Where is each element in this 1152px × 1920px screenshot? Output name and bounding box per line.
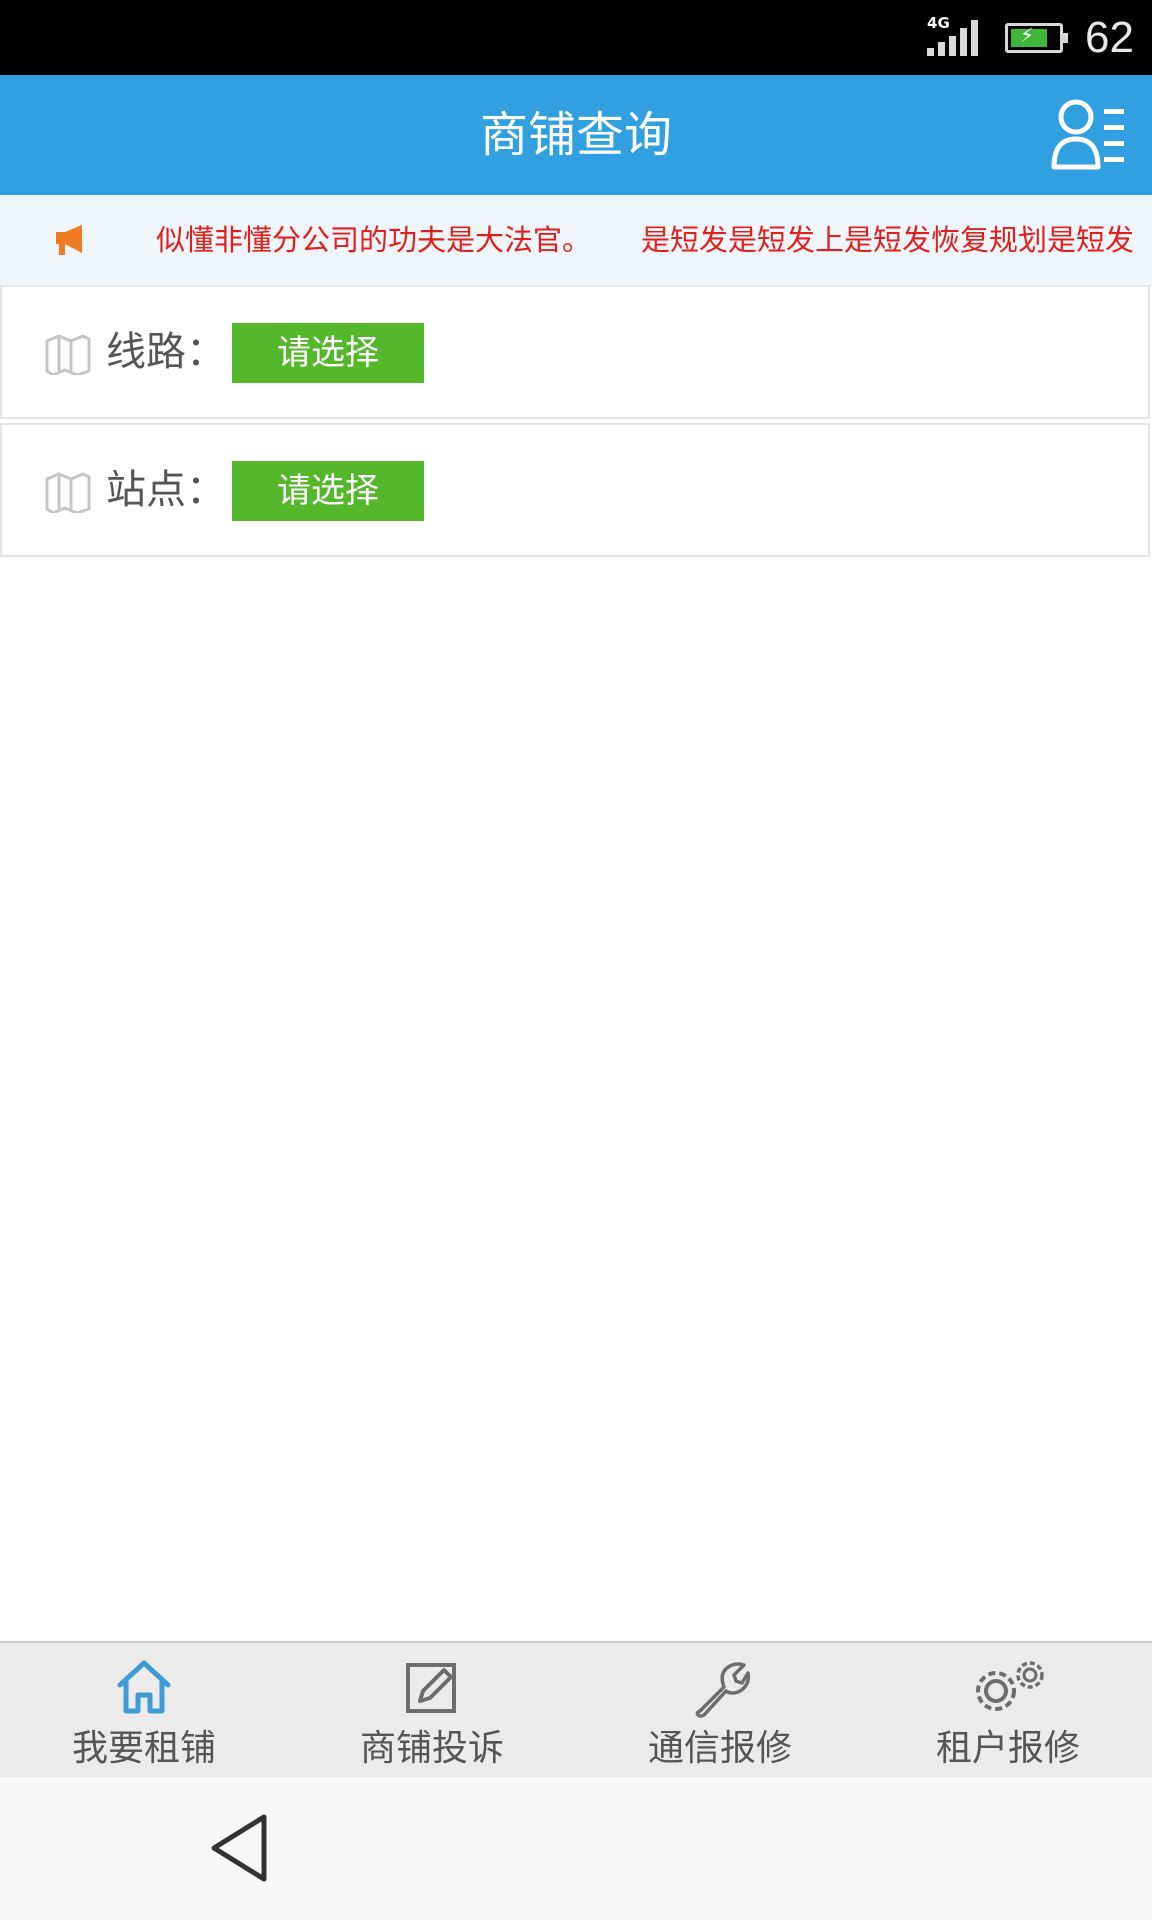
status-icons: 4G ⚡ 62: [925, 0, 1134, 75]
megaphone-icon: [56, 225, 82, 255]
page-title: 商铺查询: [479, 107, 672, 163]
line-label: 线路：: [106, 329, 226, 375]
notice-message: 似懂非懂分公司的功夫是大法官。: [156, 223, 592, 257]
tab-tenant-repair[interactable]: 租户报修: [864, 1643, 1152, 1777]
home-icon: [117, 1660, 171, 1714]
signal-icon: 4G: [925, 13, 983, 60]
line-select-button[interactable]: 请选择: [232, 323, 424, 383]
battery-level: 62: [1085, 12, 1134, 62]
network-type: 4G: [927, 13, 950, 32]
line-row: 线路： 请选择: [0, 285, 1150, 419]
back-triangle-icon[interactable]: [208, 1813, 270, 1883]
system-nav-bar: [0, 1777, 1152, 1920]
edit-icon: [406, 1663, 456, 1713]
station-row: 站点： 请选择: [0, 423, 1150, 557]
tab-label: 通信报修: [647, 1728, 792, 1769]
notice-bar: 似懂非懂分公司的功夫是大法官。 是短发是短发上是短发恢复规划是短发: [0, 195, 1152, 286]
tab-label: 我要租铺: [71, 1728, 216, 1769]
station-select-button[interactable]: 请选择: [232, 461, 424, 521]
gears-icon: [976, 1661, 1044, 1711]
wrench-icon: [695, 1662, 751, 1718]
station-label: 站点：: [106, 467, 226, 513]
tab-telecom-repair[interactable]: 通信报修: [576, 1643, 864, 1777]
notice-message: 是短发是短发上是短发恢复规划是短发: [641, 223, 1135, 257]
tab-label: 租户报修: [935, 1728, 1080, 1769]
notice-marquee: 似懂非懂分公司的功夫是大法官。 是短发是短发上是短发恢复规划是短发: [156, 195, 1134, 285]
user-menu-icon: [1051, 99, 1124, 170]
status-bar: 4G ⚡ 62: [0, 0, 1152, 75]
tab-shop-complaint[interactable]: 商铺投诉: [288, 1643, 576, 1777]
bottom-tab-bar: 我要租铺 商铺投诉 通信报修 租户报修: [0, 1641, 1152, 1777]
map-icon: [45, 334, 91, 375]
map-icon: [45, 472, 91, 513]
tab-label: 商铺投诉: [359, 1728, 504, 1769]
user-menu-button[interactable]: [1048, 95, 1128, 175]
app-header: 商铺查询: [0, 75, 1152, 195]
battery-charging-icon: ⚡: [1005, 22, 1069, 53]
tab-rent-shop[interactable]: 我要租铺: [0, 1643, 288, 1777]
